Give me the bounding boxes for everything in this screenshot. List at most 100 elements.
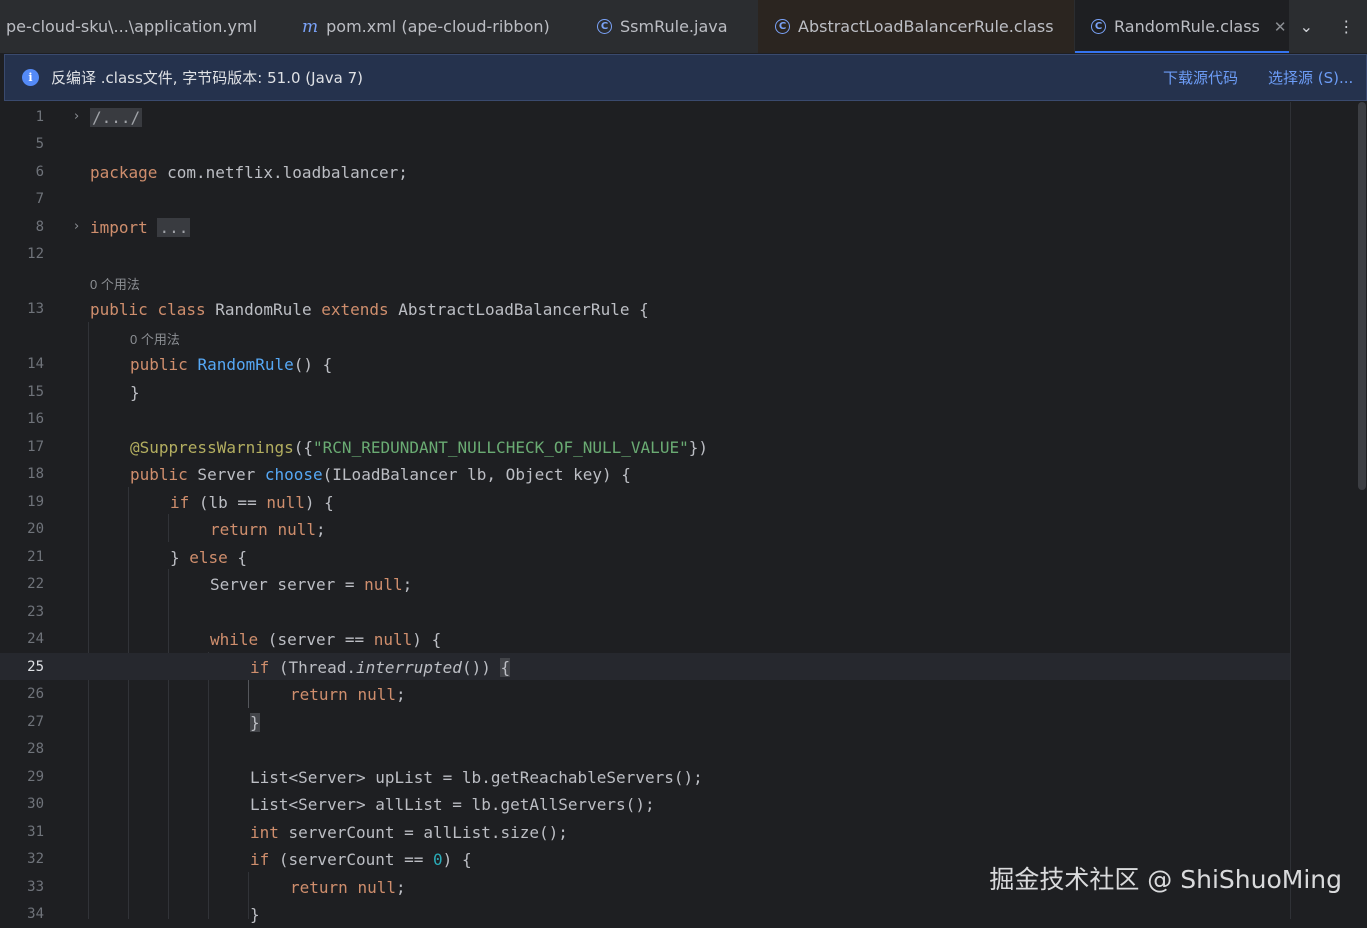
code-text: List<Server> allList = lb.getAllServers(… [250,795,655,814]
code-line-15: } [130,379,1367,406]
current-line-highlight [0,653,1290,680]
line-number: 32 [27,851,44,867]
line-number: 20 [27,521,44,537]
code-text: (serverCount == [269,850,434,869]
code-line-22: Server server = null; [210,571,1367,598]
line-number: 13 [27,301,44,317]
tab-application-yml[interactable]: pe-cloud-sku\...\application.yml [0,0,270,53]
code-text: ({ [293,438,314,457]
usages-hint[interactable]: 0 个用法 [90,274,140,293]
line-number-current: 25 [27,659,44,675]
code-text: ) { [304,493,334,512]
line-number: 24 [27,631,44,647]
code-text: Server server = [210,575,365,594]
usages-hint[interactable]: 0 个用法 [130,329,180,348]
keyword: if [170,493,190,512]
code-text: com.netflix.loadbalancer; [157,163,408,182]
choose-sources-link[interactable]: 选择源 (S)... [1268,55,1353,100]
keyword: while [210,630,259,649]
indent-guide [88,322,89,919]
code-text: } [170,548,190,567]
indent-guide [168,514,169,542]
keyword: public [130,355,188,374]
keyword: if [250,658,270,677]
indent-guide [248,680,249,708]
matched-brace: { [500,658,511,677]
tab-label: SsmRule.java [620,17,728,36]
tab-randomrule-class[interactable]: C RandomRule.class ✕ [1075,0,1289,53]
keyword: null [373,630,413,649]
line-number: 29 [27,769,44,785]
code-line-8: import ... [90,214,1367,241]
folded-header[interactable]: /.../ [90,108,143,127]
folded-imports[interactable]: ... [157,218,191,237]
keyword: public [90,300,148,319]
keyword: package [90,163,158,182]
class-c-icon: C [775,19,790,34]
tab-ssmrule-java[interactable]: C SsmRule.java [597,0,747,53]
fold-expand-icon[interactable]: › [74,109,79,124]
keyword: import [90,218,148,237]
method-call: interrupted [355,658,462,677]
keyword: null [357,878,396,897]
line-number: 31 [27,824,44,840]
line-number: 26 [27,686,44,702]
matched-brace: } [250,713,260,732]
keyword: if [250,850,270,869]
line-number: 21 [27,549,44,565]
code-text: List<Server> upList = lb.getReachableSer… [250,768,703,787]
indent-guide [208,652,209,919]
code-text: AbstractLoadBalancerRule { [388,300,649,319]
class-c-icon: C [1091,19,1106,34]
code-editor[interactable]: 1 5 6 7 8 12 13 14 15 16 17 18 19 20 21 … [0,102,1367,924]
code-text: (server == [258,630,374,649]
tab-label: AbstractLoadBalancerRule.class [798,17,1054,36]
editor-tab-bar: pe-cloud-sku\...\application.yml m pom.x… [0,0,1367,54]
keyword: return [290,685,348,704]
class-c-icon: C [597,19,612,34]
keyword: null [277,520,316,539]
code-text: ) { [412,630,442,649]
method-name: choose [264,465,323,484]
line-number: 6 [35,164,44,180]
more-options-icon[interactable]: ⋮ [1338,17,1354,36]
code-line-18: public Server choose(ILoadBalancer lb, O… [130,461,1367,488]
line-number: 22 [27,576,44,592]
keyword: extends [321,300,389,319]
code-text: } [250,905,260,924]
code-text: { [227,548,248,567]
code-text: }) [688,438,708,457]
fold-expand-icon[interactable]: › [74,219,79,234]
code-line-26: return null; [290,681,1367,708]
line-number: 1 [35,109,44,125]
watermark: 掘金技术社区 @ ShiShuoMing [989,865,1342,894]
close-icon[interactable]: ✕ [1274,18,1287,36]
line-number: 8 [35,219,44,235]
keyword: null [357,685,396,704]
keyword: class [157,300,206,319]
decompiled-class-banner: i 反编译 .class文件, 字节码版本: 51.0 (Java 7) 下载源… [4,54,1367,101]
indent-guide [168,569,169,919]
keyword: public [130,465,188,484]
code-text: serverCount = allList.size(); [278,823,568,842]
line-number: 33 [27,879,44,895]
tab-pom-xml[interactable]: m pom.xml (ape-cloud-ribbon) [302,0,572,53]
keyword: return [210,520,268,539]
code-text: ; [315,520,326,539]
chevron-down-icon[interactable]: ⌄ [1300,17,1313,36]
info-icon: i [22,69,39,86]
code-line-20: return null; [210,516,1367,543]
code-line-30: List<Server> allList = lb.getAllServers(… [250,791,1367,818]
code-text: } [130,383,140,402]
keyword: int [250,823,279,842]
tab-abstractloadbalancerrule-class[interactable]: C AbstractLoadBalancerRule.class [758,0,1074,53]
code-text: ; [395,878,406,897]
line-number: 16 [27,411,44,427]
line-number: 12 [27,246,44,262]
download-sources-link[interactable]: 下载源代码 [1163,55,1238,100]
code-line-29: List<Server> upList = lb.getReachableSer… [250,764,1367,791]
code-line-6: package com.netflix.loadbalancer; [90,159,1367,186]
indent-guide [128,487,129,919]
line-number: 15 [27,384,44,400]
number-literal: 0 [433,850,443,869]
